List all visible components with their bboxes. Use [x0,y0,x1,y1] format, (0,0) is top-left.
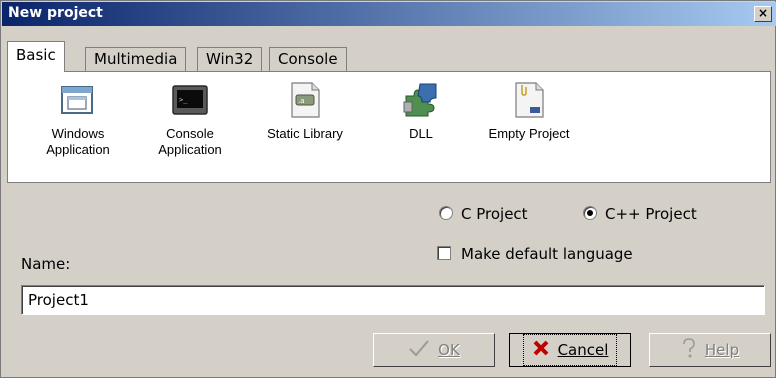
static-library-icon: .a [285,80,325,120]
cpp-project-radio-dot[interactable] [583,206,597,220]
ok-button[interactable]: OK [373,333,495,367]
help-button[interactable]: Help [649,333,771,367]
title-bar: New project × [2,2,776,26]
question-mark-icon [681,338,697,362]
close-button[interactable]: × [754,6,772,22]
project-name-input[interactable] [21,285,765,315]
cancel-focus-ring: Cancel [522,334,618,366]
dll-label: DLL [409,126,433,141]
svg-text:.a: .a [298,97,305,105]
cpp-project-radio[interactable]: C++ Project [583,205,697,223]
windows-application-item[interactable]: Windows Application [28,80,128,158]
checkmark-icon [408,339,430,361]
dll-item[interactable]: DLL [386,80,456,142]
console-app-icon: >_ [170,80,210,120]
tab-basic[interactable]: Basic [7,41,65,72]
empty-project-label: Empty Project [488,126,570,141]
tab-win32-label: Win32 [206,50,254,68]
ok-label: OK [438,341,460,359]
tab-win32[interactable]: Win32 [197,47,263,71]
red-x-icon [532,339,550,361]
c-project-radio[interactable]: C Project [439,205,528,223]
svg-text:>_: >_ [179,96,188,104]
tab-console[interactable]: Console [269,47,347,71]
make-default-language-checkbox[interactable]: Make default language [437,245,633,263]
empty-project-icon [509,80,549,120]
tab-multimedia-label: Multimedia [94,50,178,68]
close-icon: × [757,6,769,20]
cancel-button[interactable]: Cancel [509,333,631,367]
window-title: New project [8,5,103,21]
new-project-dialog: New project × Basic Multimedia Win32 Con… [0,0,776,378]
static-library-item[interactable]: .a Static Library [250,80,360,142]
static-library-label: Static Library [267,126,343,141]
make-default-language-box[interactable] [437,246,451,260]
tab-multimedia[interactable]: Multimedia [85,47,187,71]
cancel-label: Cancel [557,341,609,359]
c-project-radio-dot[interactable] [439,206,453,220]
empty-project-item[interactable]: Empty Project [474,80,584,142]
help-label: Help [704,341,740,359]
c-project-label: C Project [461,205,528,223]
name-label: Name: [21,255,71,273]
cpp-project-label: C++ Project [605,205,697,223]
console-application-label: Console Application [158,126,222,157]
dll-puzzle-icon [401,80,441,120]
project-type-panel: Windows Application >_ Console Applicati… [7,71,771,183]
console-application-item[interactable]: >_ Console Application [140,80,240,158]
make-default-language-label: Make default language [461,245,633,263]
windows-app-icon [58,80,98,120]
tab-basic-label: Basic [16,46,56,64]
tab-console-label: Console [278,50,338,68]
windows-application-label: Windows Application [46,126,110,157]
